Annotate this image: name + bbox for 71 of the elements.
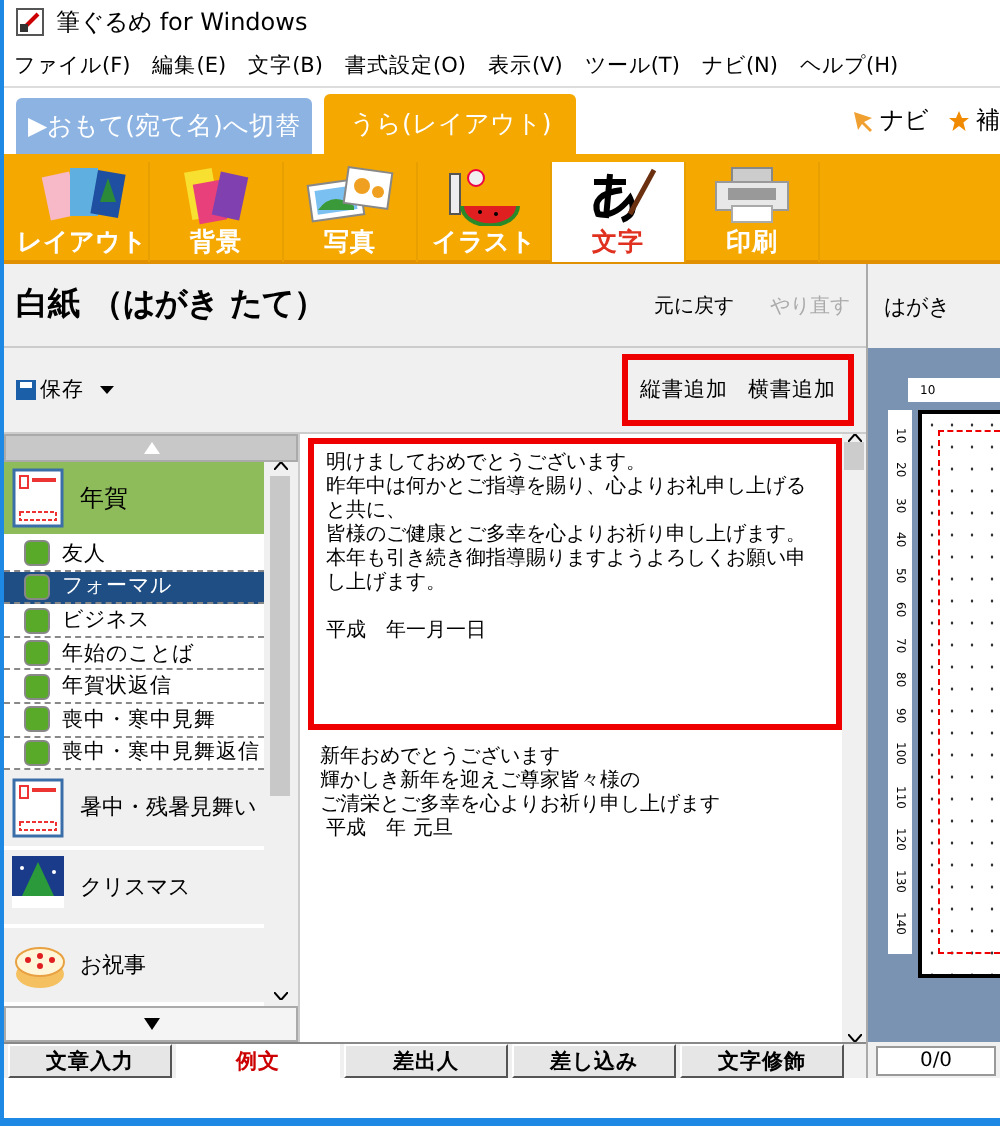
scroll-up-icon: [273, 462, 287, 470]
save-button[interactable]: 保存: [16, 376, 84, 404]
scroll-down-button[interactable]: [4, 1006, 298, 1042]
category-item[interactable]: お祝事: [4, 927, 264, 1006]
down-triangle-icon: [143, 1018, 159, 1030]
category-item[interactable]: クリスマス: [4, 849, 264, 928]
menu-item[interactable]: ファイル(F): [14, 51, 131, 79]
text-line: 平成 年一月一日: [326, 620, 488, 644]
subcategory-item[interactable]: 喪中・寒中見舞返信: [4, 737, 264, 771]
square-icon: [24, 640, 50, 667]
subcategory-item[interactable]: 友人: [4, 538, 264, 572]
text-line: 平成 年 元旦: [324, 818, 455, 842]
window-title: 筆ぐるめ for Windows: [56, 5, 308, 39]
square-icon: [24, 540, 50, 567]
menu-item[interactable]: 編集(E): [152, 51, 227, 79]
add-text-button[interactable]: 横書追加: [748, 376, 836, 404]
card-icon: [12, 468, 68, 528]
menu-item[interactable]: 書式設定(O): [344, 51, 466, 79]
scroll-down-icon: [847, 1034, 861, 1042]
scroll-thumb[interactable]: [270, 476, 290, 796]
page-counter: 0/0: [876, 1045, 996, 1075]
bottom-tab[interactable]: 例文: [176, 1044, 340, 1078]
square-icon: [24, 673, 50, 700]
square-icon: [24, 607, 50, 634]
subcategory-item[interactable]: フォーマル: [4, 571, 264, 605]
subcategory-item[interactable]: 年賀状返信: [4, 670, 264, 705]
undo-button[interactable]: 元に戻す: [650, 287, 738, 323]
example-card[interactable]: 明けましておめでとうございます。 昨年中は何かとご指導を賜り、心よりお礼申し上げると共に、 皆様のご健康とご多幸を心よりお祈り申し上げます。 本年も引き続き御指導賜りますようよろしくお願い申し上げます。 平成 年一月一日: [308, 438, 842, 730]
subcategory-item[interactable]: 年始のことば: [4, 637, 264, 671]
nav-link[interactable]: 補: [976, 104, 1000, 138]
text-line: 明けましておめでとうございます。: [326, 452, 648, 475]
text-line: 本年も引き続き御指導賜りますようよろしくお願い申し上げます。: [326, 548, 808, 596]
text-line: 新年おめでとうございます: [320, 746, 562, 769]
document-title: 白紙 （はがき たて）: [16, 284, 327, 326]
subcategory-item[interactable]: ビジネス: [4, 604, 264, 638]
menu-item[interactable]: 表示(V): [487, 51, 563, 79]
scroll-thumb[interactable]: [844, 442, 864, 470]
preview-title: はがき: [882, 291, 952, 323]
text-line: 昨年中は何かとご指導を賜り、心よりお礼申し上げると共に、: [326, 476, 808, 523]
arrow-pointer-icon: [852, 110, 874, 132]
example-card[interactable]: 新年おめでとうございます 輝かしき新年を迎えご尊家皆々様の ご清栄とご多幸を心よりお祈り申し上げます 平成 年 元旦: [308, 738, 842, 850]
dropdown-caret-icon: [100, 386, 114, 394]
add-text-button[interactable]: 縦書追加: [640, 376, 728, 404]
square-icon: [24, 739, 50, 766]
bottom-tab[interactable]: 文字修飾: [680, 1044, 844, 1078]
card-icon: [12, 777, 68, 838]
scrollbar[interactable]: [842, 434, 866, 1042]
scrollbar[interactable]: [264, 462, 296, 1006]
menu-item[interactable]: ヘルプ(H): [800, 51, 899, 79]
menu-item[interactable]: 文字(B): [248, 51, 323, 79]
category-item[interactable]: 年賀: [4, 462, 264, 538]
subcategory-item[interactable]: 喪中・寒中見舞: [4, 704, 264, 738]
text-line: 皆様のご健康とご多幸を心よりお祈り申し上げます。: [326, 524, 808, 547]
nav-link[interactable]: ナビ: [880, 104, 928, 138]
scroll-up-icon: [847, 434, 861, 442]
square-icon: [24, 706, 50, 733]
menu-item[interactable]: ナビ(N): [701, 51, 778, 79]
bottom-tab[interactable]: 差し込み: [512, 1044, 676, 1078]
bottom-tab[interactable]: 差出人: [344, 1044, 508, 1078]
menu-item[interactable]: ツール(T): [584, 51, 680, 79]
scroll-down-icon: [273, 992, 287, 1000]
photos-icon: [302, 162, 398, 226]
bottom-tab[interactable]: 文章入力: [8, 1044, 172, 1078]
up-triangle-icon: [143, 442, 159, 454]
app-brush-icon: [16, 8, 44, 36]
text-line: 輝かしき新年を迎えご尊家皆々様の: [320, 770, 642, 793]
square-icon: [24, 573, 50, 600]
text-line: ご清栄とご多幸を心よりお祈り申し上げます: [320, 794, 722, 817]
tool-tab[interactable]: 文字: [552, 162, 686, 262]
scroll-up-button[interactable]: [4, 434, 298, 462]
star-icon: [948, 110, 970, 132]
